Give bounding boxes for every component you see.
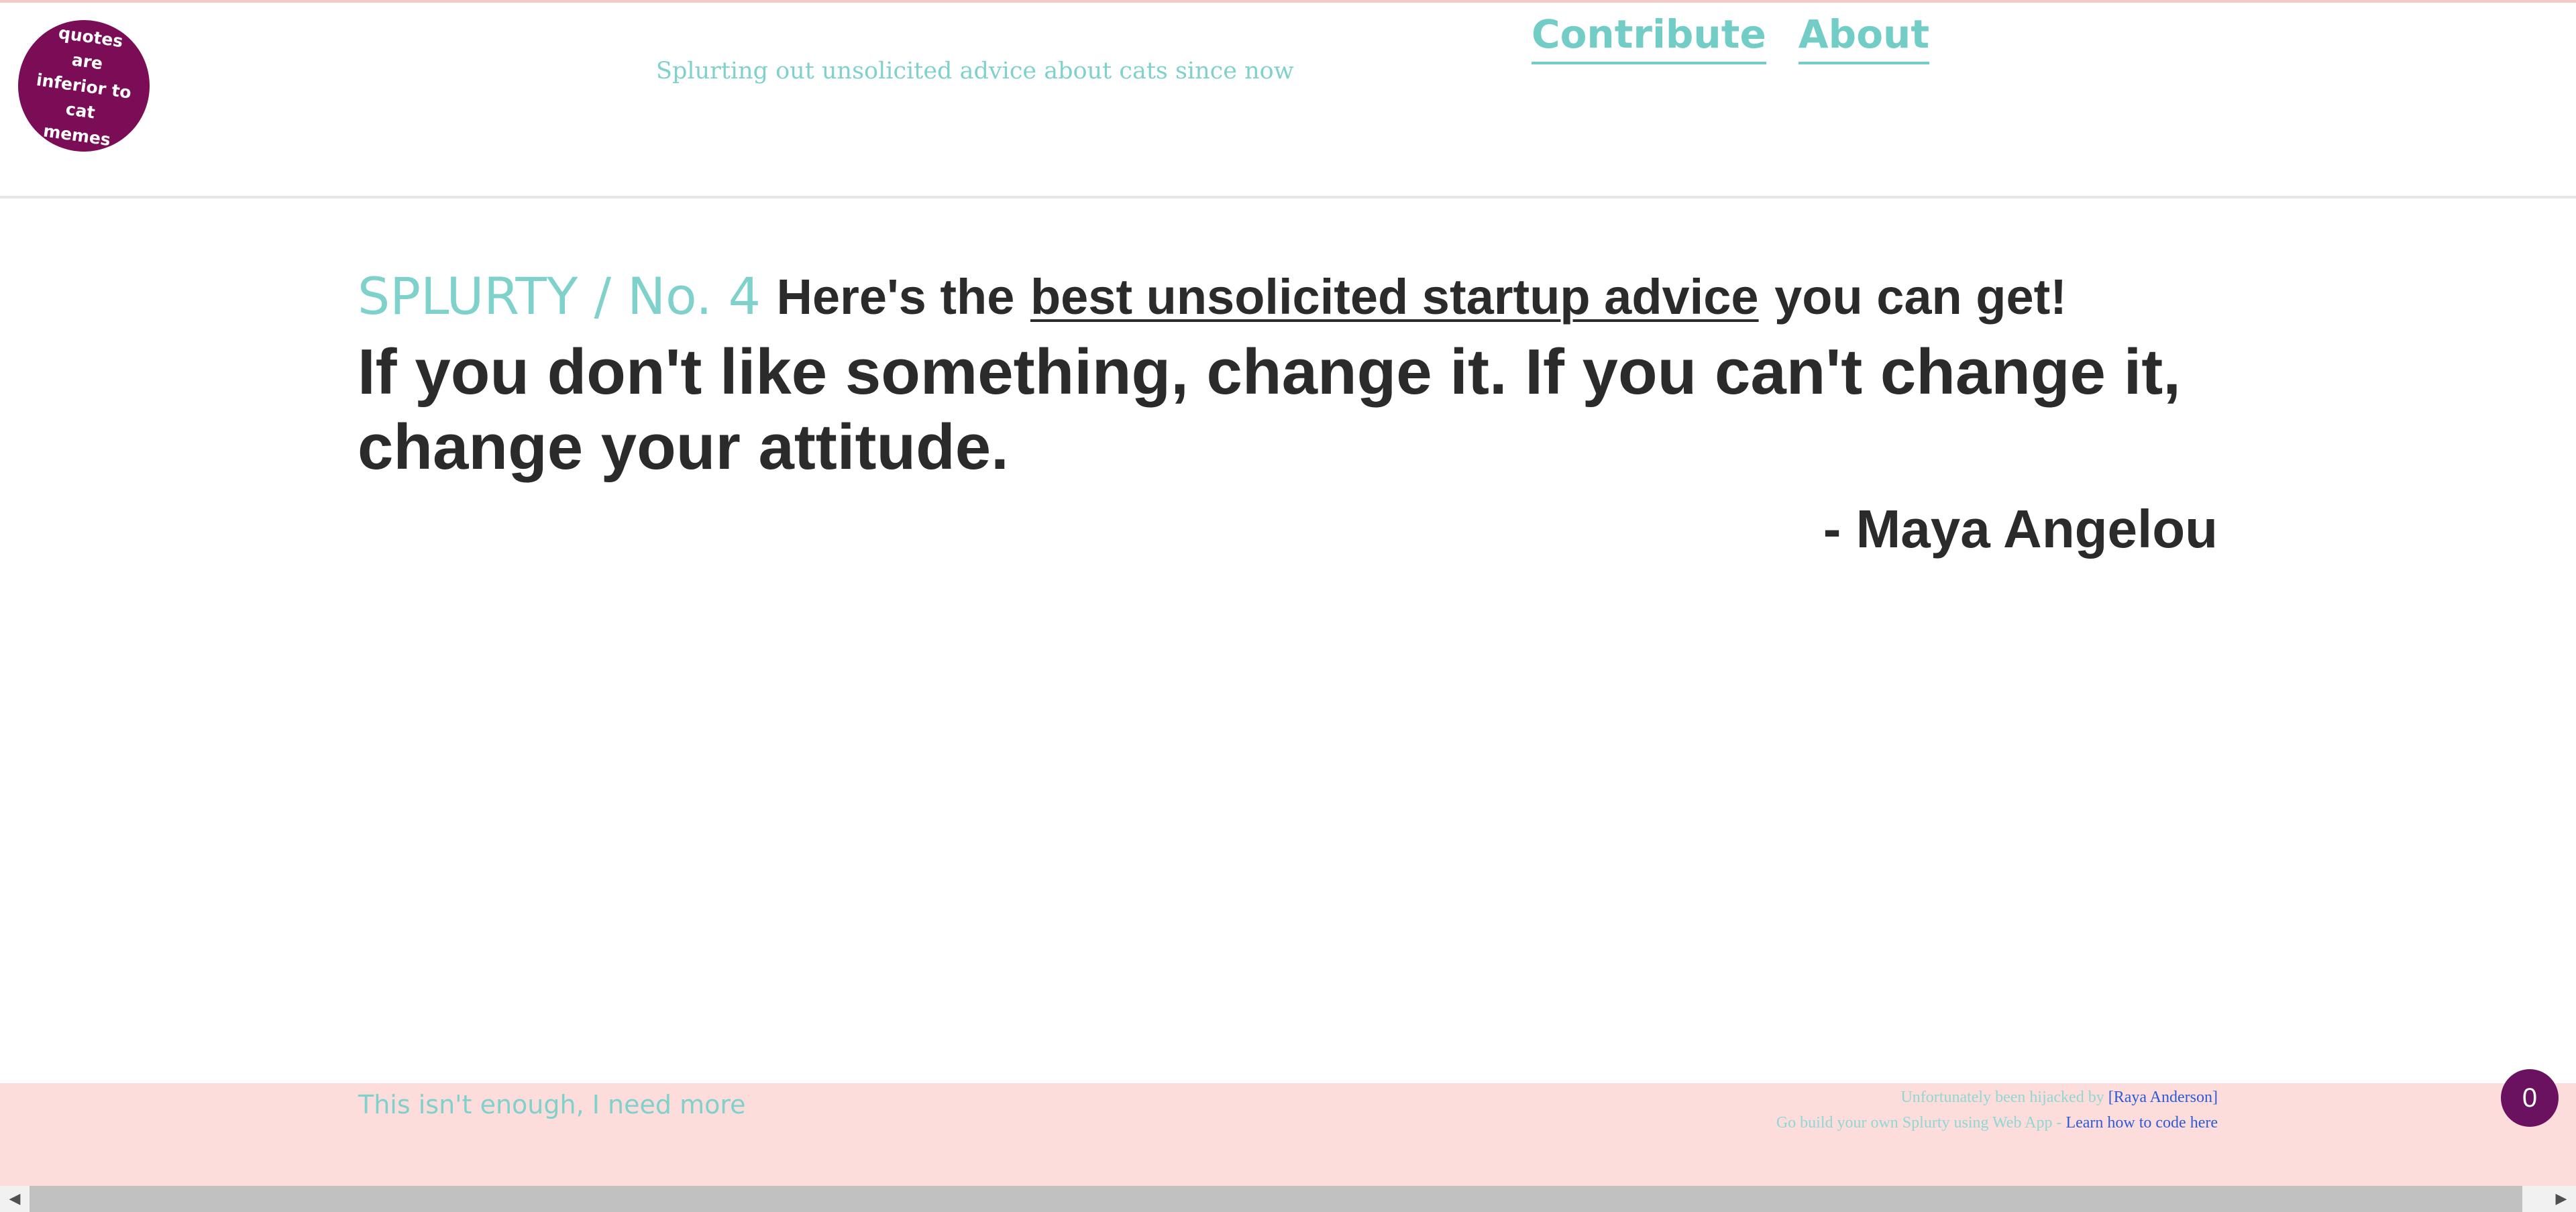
site-tagline: Splurting out unsolicited advice about c…	[656, 58, 1294, 85]
quote-text: If you don't like something, change it. …	[358, 336, 2181, 483]
nav-about-link[interactable]: About	[1798, 11, 1930, 64]
footer-credits: Unfortunately been hijacked by [Raya And…	[1776, 1085, 2218, 1136]
build-text: Go build your own Splurty using Web App …	[1776, 1114, 2062, 1132]
horizontal-scrollbar[interactable]: ◀ ▶	[0, 1186, 2576, 1212]
site-footer: This isn't enough, I need more Unfortuna…	[0, 1083, 2576, 1187]
logo-text: quotes are inferior to cat memes	[35, 22, 133, 150]
counter-badge[interactable]: 0	[2501, 1069, 2559, 1127]
page: quotes are inferior to cat memes Splurti…	[0, 0, 2576, 1212]
main-nav: Contribute About	[1532, 11, 1930, 64]
scroll-right-arrow-icon[interactable]: ▶	[2546, 1186, 2576, 1212]
hijack-name-link[interactable]: [Raya Anderson]	[2108, 1089, 2218, 1106]
more-quotes-link[interactable]: This isn't enough, I need more	[358, 1090, 746, 1119]
scrollbar-thumb[interactable]	[30, 1186, 2522, 1212]
build-line: Go build your own Splurty using Web App …	[1776, 1110, 2218, 1136]
logo-badge[interactable]: quotes are inferior to cat memes	[18, 20, 150, 152]
headline-lead: Here's the	[776, 269, 1015, 325]
quote-author: - Maya Angelou	[1823, 499, 2218, 559]
learn-to-code-link[interactable]: Learn how to code here	[2065, 1114, 2218, 1132]
hijack-line: Unfortunately been hijacked by [Raya And…	[1776, 1085, 2218, 1110]
headline: SPLURTY / No. 4 Here's the best unsolici…	[358, 263, 2218, 331]
series-label: SPLURTY / No. 4	[358, 266, 761, 326]
headline-tail: you can get!	[1774, 269, 2067, 325]
advice-link[interactable]: best unsolicited startup advice	[1030, 269, 1759, 325]
site-header: quotes are inferior to cat memes Splurti…	[0, 3, 2576, 199]
hijack-text: Unfortunately been hijacked by	[1900, 1089, 2104, 1106]
nav-contribute-link[interactable]: Contribute	[1532, 11, 1766, 64]
scroll-left-arrow-icon[interactable]: ◀	[0, 1186, 30, 1212]
main-content: SPLURTY / No. 4 Here's the best unsolici…	[358, 263, 2218, 561]
